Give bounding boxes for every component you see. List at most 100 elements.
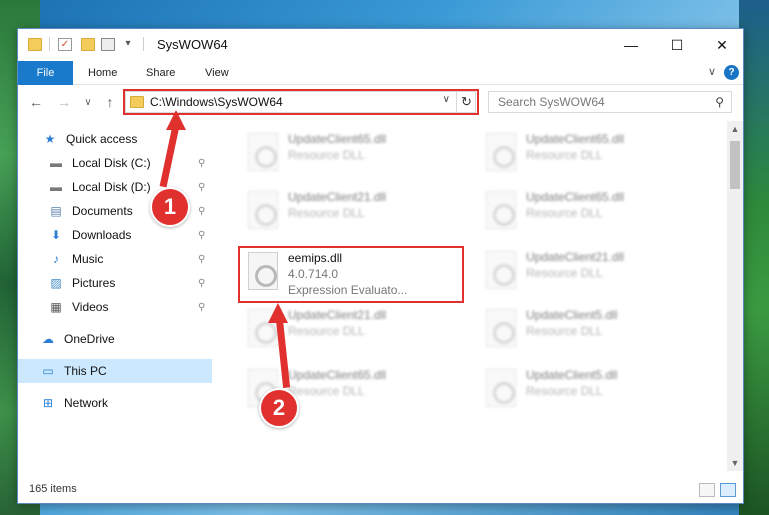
file-type: Resource DLL <box>526 324 603 338</box>
annotation-arrow-head <box>268 303 288 323</box>
pin-icon: ⚲ <box>198 181 206 193</box>
dll-file-icon <box>248 191 278 229</box>
file-type: Resource DLL <box>526 266 603 280</box>
file-name: UpdateClient5.dll <box>526 308 618 322</box>
close-button[interactable]: ✕ <box>699 29 745 61</box>
dll-file-icon <box>486 251 516 289</box>
sidebar-item-label: Network <box>64 396 109 410</box>
search-icon[interactable]: ⚲ <box>715 95 724 109</box>
properties-icon[interactable]: ✓ <box>58 38 72 51</box>
file-type: Resource DLL <box>288 206 365 220</box>
window-title: SysWOW64 <box>157 37 228 52</box>
file-name: UpdateClient21.dll <box>526 250 625 264</box>
sidebar-item-pictures[interactable]: ▨ Pictures ⚲ <box>18 271 212 295</box>
drive-icon: ▬ <box>50 156 62 170</box>
pin-icon: ⚲ <box>198 229 206 241</box>
file-name: UpdateClient65.dll <box>526 132 625 146</box>
file-item[interactable]: UpdateClient65.dll Resource DLL <box>476 127 676 179</box>
ribbon-expand-icon[interactable]: ∨ <box>708 65 716 78</box>
navigation-pane: ★ Quick access ▬ Local Disk (C:) ⚲ ▬ Loc… <box>18 121 212 471</box>
dll-file-icon <box>248 133 278 171</box>
cloud-icon: ☁ <box>42 332 54 346</box>
annotation-badge-1: 1 <box>150 187 190 227</box>
up-button[interactable]: ↑ <box>100 92 120 112</box>
status-bar: 165 items <box>18 477 743 503</box>
tab-share[interactable]: Share <box>146 61 175 85</box>
highlight-box <box>238 246 464 303</box>
pin-icon: ⚲ <box>198 277 206 289</box>
ribbon-tabs: File Home Share View ∨ ? <box>18 61 743 85</box>
file-name: UpdateClient21.dll <box>288 190 387 204</box>
sidebar-item-label: Quick access <box>66 132 138 146</box>
minimize-button[interactable]: — <box>608 29 654 61</box>
folder-icon <box>28 38 42 51</box>
sidebar-item-label: This PC <box>64 364 107 378</box>
vertical-scrollbar[interactable]: ▲ ▼ <box>727 121 743 471</box>
details-view-icon[interactable] <box>699 483 715 497</box>
annotation-arrow-head <box>166 110 186 130</box>
downloads-icon: ⬇ <box>50 228 62 242</box>
sidebar-item-this-pc[interactable]: ▭ This PC <box>18 359 212 383</box>
customize-icon[interactable] <box>101 38 115 51</box>
sidebar-item-videos[interactable]: ▦ Videos ⚲ <box>18 295 212 319</box>
divider <box>49 37 50 51</box>
file-name: UpdateClient65.dll <box>526 190 625 204</box>
pin-icon: ⚲ <box>198 301 206 313</box>
tab-view[interactable]: View <box>205 61 229 85</box>
file-type: Resource DLL <box>526 148 603 162</box>
divider <box>143 37 144 51</box>
scroll-up-icon[interactable]: ▲ <box>727 121 743 137</box>
documents-icon: ▤ <box>50 204 62 218</box>
scroll-down-icon[interactable]: ▼ <box>727 455 743 471</box>
dll-file-icon <box>486 133 516 171</box>
file-type: Resource DLL <box>526 206 603 220</box>
file-type: Resource DLL <box>526 384 603 398</box>
large-icons-view-icon[interactable] <box>720 483 736 497</box>
help-icon[interactable]: ? <box>724 65 739 80</box>
item-count: 165 items <box>29 483 77 495</box>
music-icon: ♪ <box>53 252 59 266</box>
sidebar-item-label: Local Disk (D:) <box>72 180 151 194</box>
pin-icon: ⚲ <box>198 253 206 265</box>
file-item[interactable]: UpdateClient5.dll Resource DLL <box>476 363 676 415</box>
forward-button[interactable]: → <box>54 92 74 112</box>
title-bar: ✓ ▾ SysWOW64 — ☐ ✕ <box>18 29 743 61</box>
network-icon: ⊞ <box>42 396 54 410</box>
file-name: UpdateClient21.dll <box>288 308 387 322</box>
maximize-button[interactable]: ☐ <box>654 29 700 61</box>
scrollbar-thumb[interactable] <box>730 141 740 189</box>
tab-file[interactable]: File <box>18 61 73 85</box>
new-folder-icon[interactable] <box>81 38 95 51</box>
sidebar-item-local-disk-c[interactable]: ▬ Local Disk (C:) ⚲ <box>18 151 212 175</box>
sidebar-item-quick-access[interactable]: ★ Quick access <box>18 127 212 151</box>
recent-locations-button[interactable]: ∨ <box>78 92 98 112</box>
file-item[interactable]: UpdateClient65.dll Resource DLL <box>238 127 438 179</box>
sidebar-item-label: Downloads <box>72 228 132 242</box>
sidebar-item-label: OneDrive <box>64 332 115 346</box>
pin-icon: ⚲ <box>198 205 206 217</box>
sidebar-item-downloads[interactable]: ⬇ Downloads ⚲ <box>18 223 212 247</box>
dll-file-icon <box>486 191 516 229</box>
star-icon: ★ <box>44 132 56 146</box>
sidebar-item-onedrive[interactable]: ☁ OneDrive <box>18 327 212 351</box>
dll-file-icon <box>486 369 516 407</box>
file-item[interactable]: UpdateClient21.dll Resource DLL <box>476 245 676 297</box>
search-input[interactable]: Search SysWOW64 ⚲ <box>488 91 732 113</box>
sidebar-item-label: Videos <box>72 300 109 314</box>
sidebar-item-network[interactable]: ⊞ Network <box>18 391 212 415</box>
sidebar-item-music[interactable]: ♪ Music ⚲ <box>18 247 212 271</box>
computer-icon: ▭ <box>42 364 54 378</box>
file-name: UpdateClient65.dll <box>288 132 387 146</box>
annotation-badge-2: 2 <box>259 388 299 428</box>
file-item[interactable]: UpdateClient65.dll Resource DLL <box>476 185 676 237</box>
file-type: Resource DLL <box>288 148 365 162</box>
sidebar-item-label: Pictures <box>72 276 116 290</box>
search-placeholder: Search SysWOW64 <box>498 95 605 109</box>
chevron-down-icon[interactable]: ▾ <box>121 38 135 51</box>
back-button[interactable]: ← <box>26 92 46 112</box>
file-name: UpdateClient65.dll <box>288 368 387 382</box>
file-type: Resource DLL <box>288 324 365 338</box>
file-item[interactable]: UpdateClient21.dll Resource DLL <box>238 185 438 237</box>
file-item[interactable]: UpdateClient5.dll Resource DLL <box>476 303 676 355</box>
tab-home[interactable]: Home <box>88 61 117 85</box>
